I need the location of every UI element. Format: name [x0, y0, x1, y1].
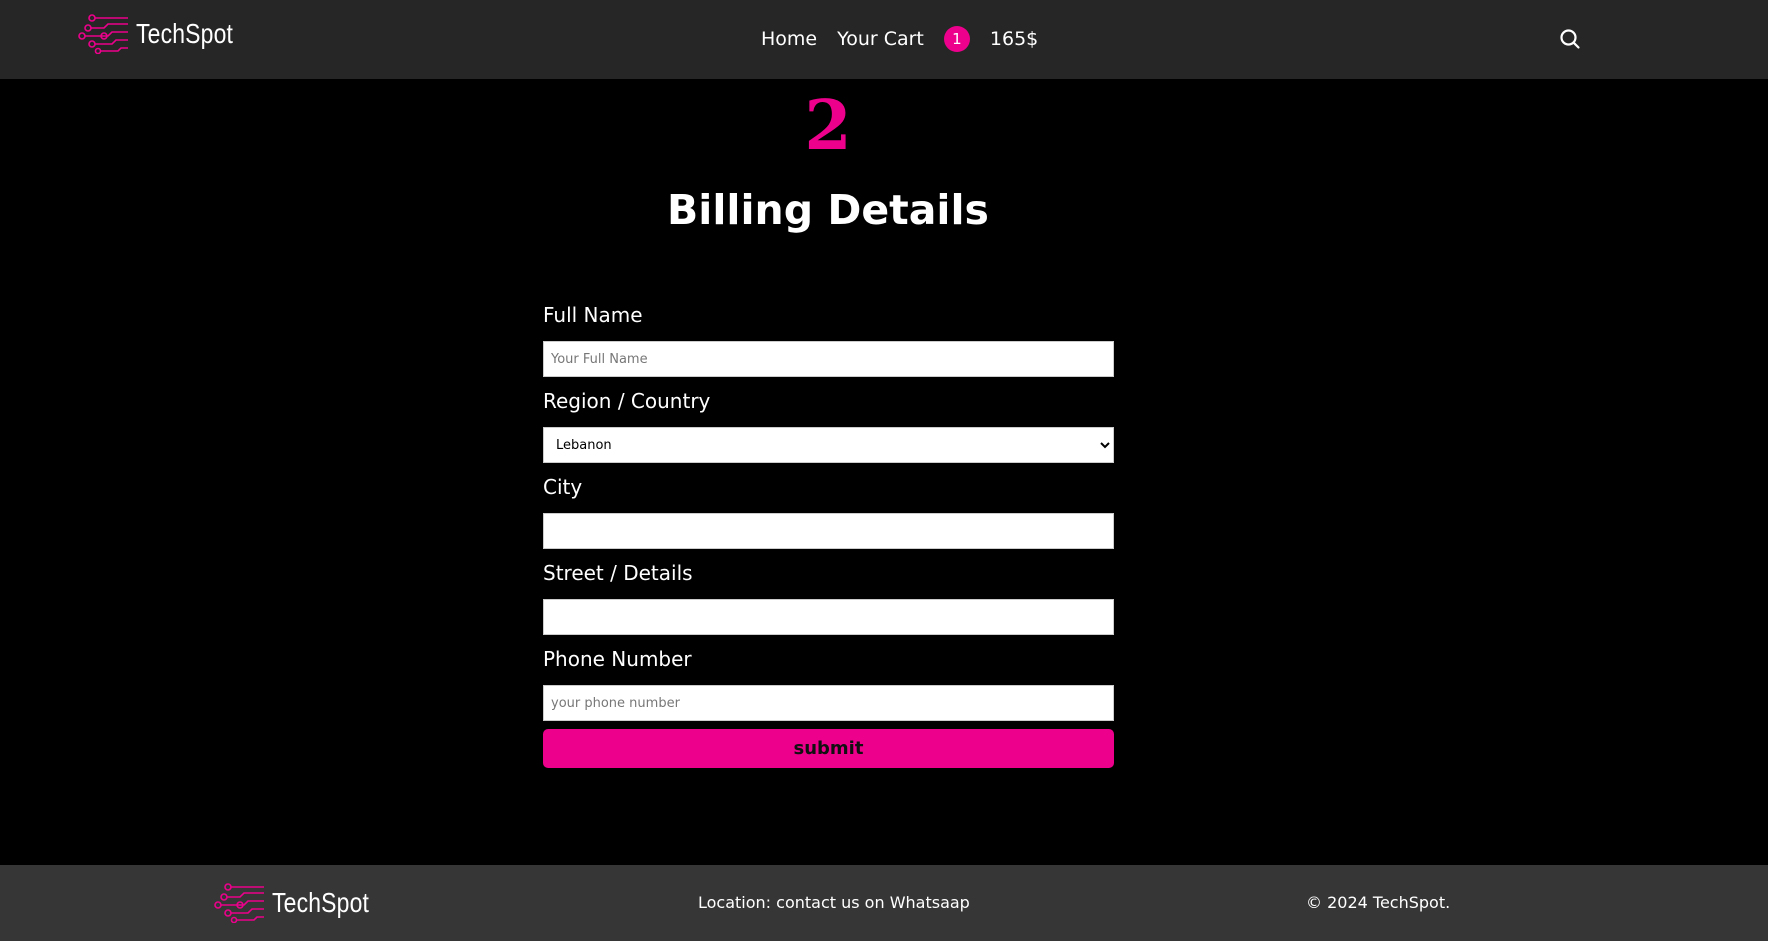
footer-brand-name: TechSpot [272, 887, 370, 918]
footer-logo[interactable]: TechSpot [214, 883, 390, 923]
header-logo[interactable]: TechSpot [78, 14, 254, 54]
footer-copyright: © 2024 TechSpot. [1306, 893, 1451, 912]
nav-cart-link[interactable]: Your Cart [837, 28, 924, 50]
footer-location: Location: contact us on Whatsaap [698, 893, 970, 912]
full-name-label: Full Name [543, 303, 643, 327]
phone-label: Phone Number [543, 647, 692, 671]
city-input[interactable] [543, 513, 1114, 549]
billing-form: Full Name Region / Country Lebanon City … [543, 300, 1114, 768]
submit-button[interactable]: submit [543, 729, 1114, 768]
site-header: TechSpot Home Your Cart 1 165$ [0, 0, 1768, 79]
search-icon[interactable] [1558, 27, 1582, 51]
checkout-step-number: 2 [804, 86, 852, 166]
cart-count-badge[interactable]: 1 [943, 26, 970, 52]
city-label: City [543, 475, 583, 499]
circuit-logo-icon [214, 883, 264, 923]
cart-total: 165$ [989, 28, 1039, 50]
page-title: Billing Details [667, 186, 989, 234]
region-select[interactable]: Lebanon [543, 427, 1114, 463]
street-label: Street / Details [543, 561, 693, 585]
full-name-input[interactable] [543, 341, 1114, 377]
circuit-logo-icon [78, 14, 128, 54]
street-input[interactable] [543, 599, 1114, 635]
site-footer: TechSpot Location: contact us on Whatsaa… [0, 865, 1768, 941]
main-nav: Home Your Cart 1 165$ [761, 24, 1038, 54]
nav-home-link[interactable]: Home [761, 28, 817, 50]
region-label: Region / Country [543, 389, 711, 413]
phone-input[interactable] [543, 685, 1114, 721]
brand-name: TechSpot [136, 18, 234, 49]
